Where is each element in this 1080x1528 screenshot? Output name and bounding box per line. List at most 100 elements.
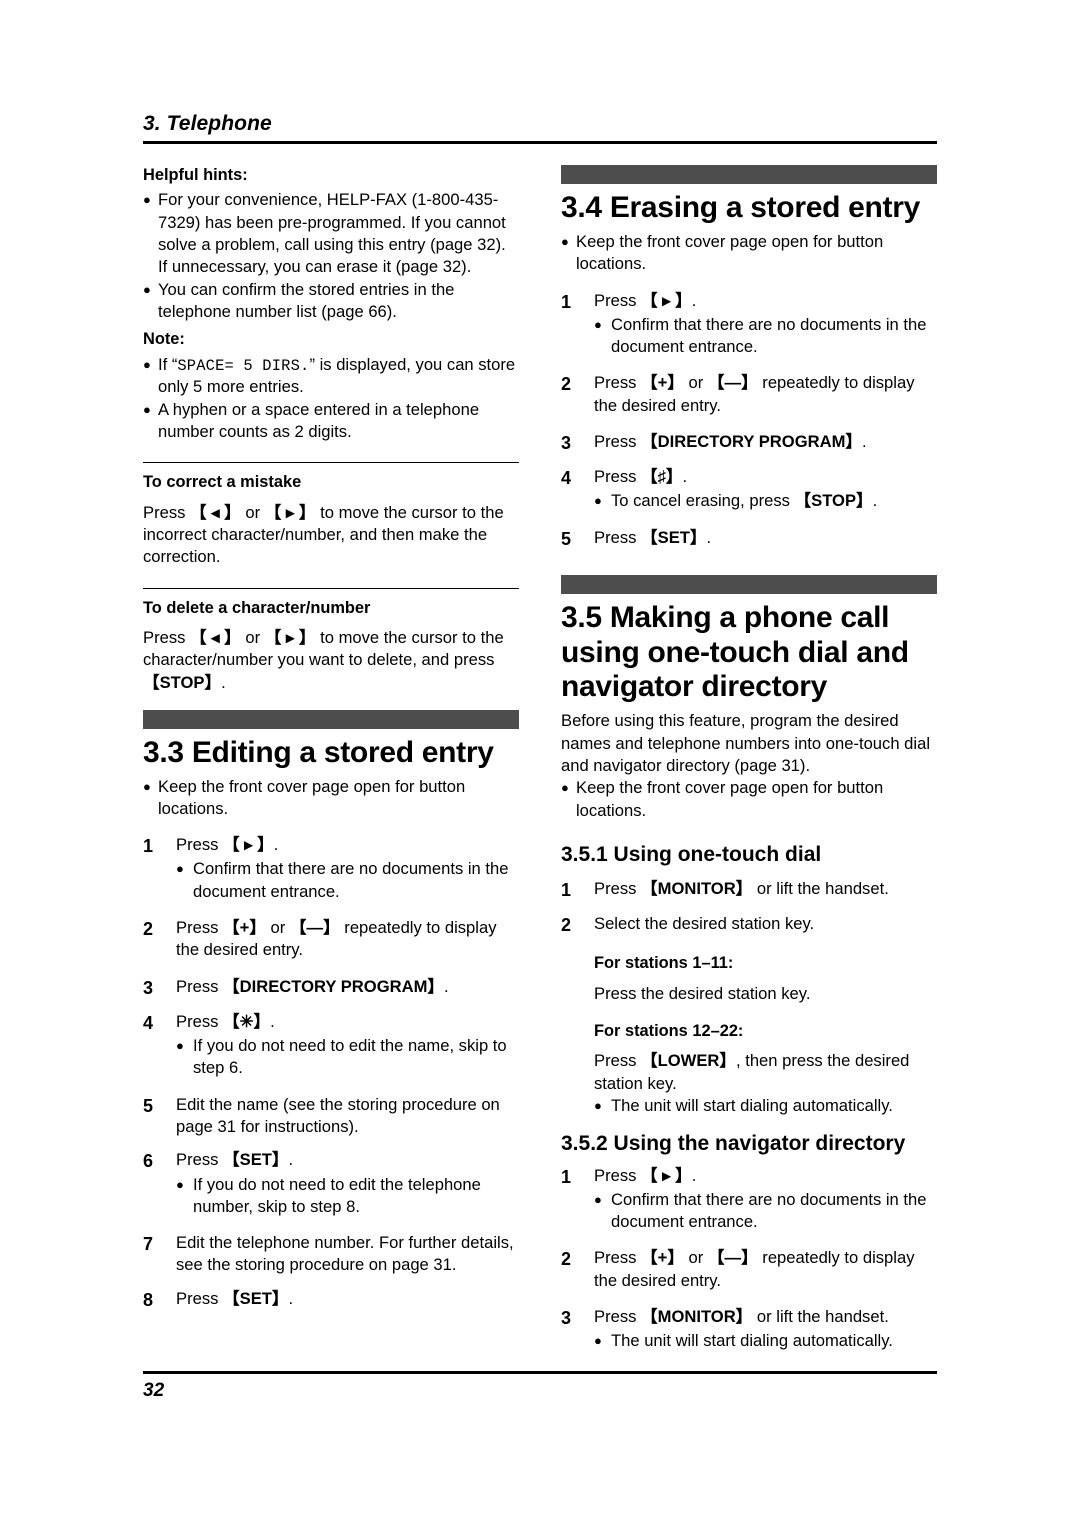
- step-sub-bullet: Confirm that there are no documents in t…: [193, 859, 509, 901]
- stations-12-22-pre: Press: [594, 1051, 642, 1071]
- step-text: Press 【+】 or 【—】 repeatedly to display t…: [594, 372, 937, 417]
- step-post: .: [270, 1011, 275, 1031]
- delete-character-text: Press 【 ◂ 】 or 【 ▸ 】 to move the cursor …: [143, 627, 519, 694]
- bullet-dot: ●: [176, 1176, 184, 1192]
- step-sub-bullet: If you do not need to edit the telephone…: [193, 1174, 481, 1216]
- step-post: .: [862, 431, 867, 451]
- list-item: ● Confirm that there are no documents in…: [176, 858, 519, 903]
- procedure-step: 3 Press 【MONITOR】 or lift the handset.: [561, 1306, 937, 1330]
- section-3-4-lead-bullet: Keep the front cover page open for butto…: [576, 231, 884, 274]
- right-arrow-key: 【 ▸ 】: [641, 290, 692, 310]
- step-number: 1: [143, 836, 154, 857]
- note-label: Note:: [143, 330, 185, 349]
- page-content: 3. Telephone Helpful hints: ● For your c…: [143, 0, 937, 1528]
- list-item: ● You can confirm the stored entries in …: [143, 279, 519, 324]
- stations-1-11-label: For stations 1–11:: [594, 954, 734, 973]
- step-post: .: [444, 976, 449, 996]
- step-number: 6: [143, 1151, 154, 1172]
- lower-key: 【LOWER】: [641, 1051, 736, 1071]
- step-number: 7: [143, 1234, 154, 1255]
- bullet-dot: ●: [594, 1098, 602, 1114]
- step-number: 5: [561, 528, 572, 549]
- step-pre: Press: [594, 527, 642, 547]
- step-text: Press 【+】 or 【—】 repeatedly to display t…: [176, 917, 519, 962]
- step-text: Press 【SET】.: [176, 1149, 519, 1173]
- step-post: .: [691, 1165, 697, 1185]
- right-arrow-key: 【 ▸ 】: [264, 627, 316, 647]
- section-3-5-lead-bullet: Keep the front cover page open for butto…: [576, 778, 884, 820]
- step-number: 1: [561, 880, 572, 901]
- step-text: Press 【SET】.: [176, 1288, 519, 1312]
- correct-mistake-pre: Press: [143, 502, 191, 522]
- hash-key: 【♯】: [641, 467, 683, 487]
- step-text: Press 【✳】.: [176, 1011, 519, 1035]
- page-number: 32: [143, 1380, 165, 1401]
- note-bullet-1-pre: If “: [158, 354, 178, 374]
- step-number: 4: [561, 468, 572, 489]
- right-column: 3.4 Erasing a stored entry ● Keep the fr…: [561, 165, 937, 1352]
- step-pre: Press: [176, 1150, 224, 1170]
- bullet-dot: ●: [594, 493, 602, 509]
- step-pre: Press: [176, 1011, 224, 1031]
- stop-key: 【STOP】: [143, 672, 222, 692]
- procedure-step: 1 Press 【 ▸ 】.: [561, 1165, 937, 1189]
- step-number: 2: [143, 919, 154, 940]
- list-item: ● If you do not need to edit the telepho…: [176, 1174, 519, 1219]
- asterisk-key: 【✳】: [223, 1011, 271, 1031]
- list-item: ● A hyphen or a space entered in a telep…: [143, 399, 519, 444]
- step-number: 8: [143, 1289, 154, 1310]
- note-bullet-2: A hyphen or a space entered in a telepho…: [158, 399, 480, 441]
- helpful-hint-1: For your convenience, HELP-FAX (1-800-43…: [158, 190, 506, 277]
- correct-mistake-text: Press 【 ◂ 】 or 【 ▸ 】 to move the cursor …: [143, 502, 519, 569]
- step-text: Press 【MONITOR】 or lift the handset.: [594, 1306, 937, 1330]
- procedure-step: 5 Press 【SET】.: [561, 527, 937, 551]
- step-pre: Press: [594, 1248, 642, 1268]
- step-number: 3: [143, 977, 154, 998]
- procedure-step: 3 Press 【DIRECTORY PROGRAM】.: [143, 976, 519, 1000]
- minus-key: 【—】: [707, 1248, 758, 1268]
- header-rule: [143, 141, 937, 145]
- step-text: Edit the name (see the storing procedure…: [176, 1094, 500, 1137]
- step-pre: Press: [176, 976, 224, 996]
- step-text: Press 【 ▸ 】.: [594, 290, 937, 314]
- list-item: ● Keep the front cover page open for but…: [561, 777, 937, 822]
- right-arrow-key: 【 ▸ 】: [641, 1165, 692, 1185]
- list-item: ● Keep the front cover page open for but…: [143, 776, 519, 821]
- procedure-step: 2 Press 【+】 or 【—】 repeatedly to display…: [561, 1247, 937, 1292]
- step-sub-bullet: Confirm that there are no documents in t…: [611, 1189, 927, 1232]
- correct-mistake-mid: or: [240, 502, 265, 522]
- step-number: 4: [143, 1012, 154, 1033]
- step-text: Edit the telephone number. For further d…: [176, 1233, 514, 1275]
- monitor-key: 【MONITOR】: [641, 1306, 753, 1326]
- right-arrow-key: 【 ▸ 】: [223, 835, 274, 855]
- bullet-dot: ●: [561, 780, 569, 796]
- step-post: .: [706, 527, 712, 547]
- step-number: 2: [561, 374, 572, 395]
- stop-key: 【STOP】: [794, 491, 873, 511]
- directory-program-key: 【DIRECTORY PROGRAM】: [223, 976, 444, 996]
- step-text: Press 【SET】.: [594, 527, 937, 551]
- list-item: ● For your convenience, HELP-FAX (1-800-…: [143, 189, 519, 278]
- cancel-erasing-post: .: [872, 491, 878, 511]
- stations-12-22-text: Press 【LOWER】, then press the desired st…: [594, 1050, 937, 1095]
- step-post: .: [682, 467, 688, 487]
- left-arrow-key: 【 ◂ 】: [190, 627, 241, 647]
- bullet-dot: ●: [143, 356, 151, 372]
- plus-key: 【+】: [641, 1248, 684, 1268]
- list-item: ● The unit will start dialing automatica…: [594, 1095, 937, 1117]
- plus-key: 【+】: [223, 918, 266, 938]
- chapter-header: 3. Telephone: [143, 112, 272, 135]
- step-pre: Press: [176, 835, 224, 855]
- step-mid: or: [265, 918, 290, 938]
- step-pre: Press: [594, 1306, 642, 1326]
- right-arrow-key: 【 ▸ 】: [264, 502, 316, 522]
- step-sub-bullet: If you do not need to edit the name, ski…: [193, 1036, 507, 1078]
- manual-page: 3. Telephone Helpful hints: ● For your c…: [0, 0, 1080, 1528]
- step-number: 3: [561, 432, 572, 453]
- list-item: ● If you do not need to edit the name, s…: [176, 1035, 519, 1080]
- bullet-dot: ●: [561, 233, 569, 249]
- directory-program-key: 【DIRECTORY PROGRAM】: [641, 431, 862, 451]
- procedure-step: 8 Press 【SET】.: [143, 1288, 519, 1312]
- minus-key: 【—】: [289, 918, 340, 938]
- delete-character-end: .: [221, 672, 226, 692]
